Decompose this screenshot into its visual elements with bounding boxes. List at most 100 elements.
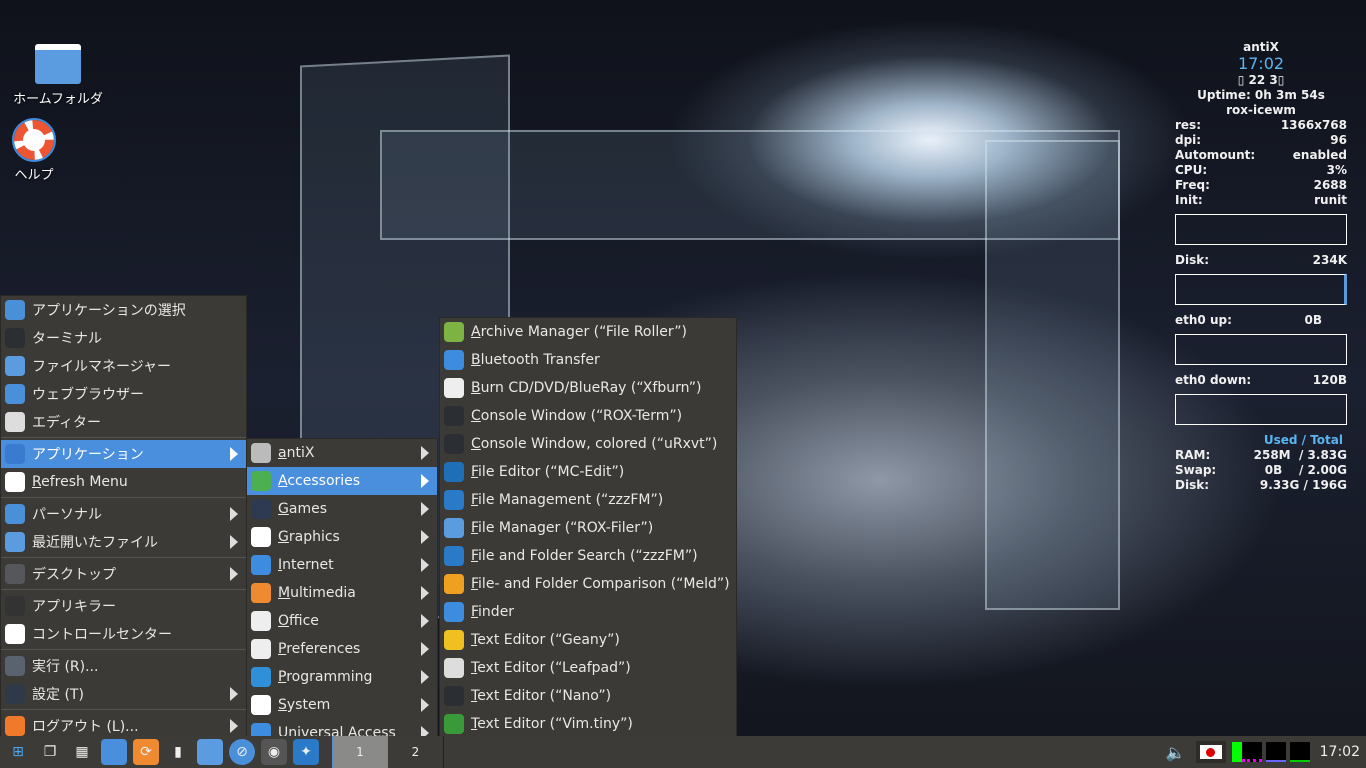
menu-item-leafpad[interactable]: Text Editor (“Leafpad”) [440,654,736,682]
menu-item-search-folder[interactable]: File and Folder Search (“zzzFM”) [440,542,736,570]
stat-value: 3% [1326,163,1347,177]
menu-item-globe[interactable]: Internet [247,551,437,579]
menu-item-terminal[interactable]: Console Window, colored (“uRxvt”) [440,430,736,458]
menu-item-label: Text Editor (“Geany”) [471,632,620,648]
store-icon[interactable] [101,739,127,765]
menu-item-archive[interactable]: Archive Manager (“File Roller”) [440,318,736,346]
menu-item-graphics[interactable]: Graphics [247,523,437,551]
menu-item-refresh[interactable]: Refresh Menu [1,468,246,496]
usb-icon[interactable]: ▮ [165,739,191,765]
desktop-icon-home[interactable]: ホームフォルダ [8,44,108,107]
workspace-2-button[interactable]: 2 [388,736,444,768]
menu-item-desktop[interactable]: デスクトップ [1,560,246,588]
menu-item-accessories[interactable]: Accessories [247,467,437,495]
desktop-icon-label: ヘルプ [14,168,54,183]
stat-value: 1366x768 [1280,118,1347,132]
menu-item-sliders[interactable]: 設定 (T) [1,680,246,708]
menu-item-gamepad[interactable]: Games [247,495,437,523]
menu-item-label: Programming [278,669,373,685]
bird-icon[interactable]: ✦ [293,739,319,765]
sliders-icon [5,684,25,704]
taskbar-clock[interactable]: 17:02 [1320,744,1360,760]
screenshot-icon[interactable]: ◉ [261,739,287,765]
start-menu-icon[interactable]: ⊞ [5,739,31,765]
menu-item-gear[interactable]: 実行 (R)... [1,652,246,680]
menu-item-label: Finder [471,604,515,620]
menu-item-label: アプリケーション [32,447,144,463]
japan-flag-icon[interactable] [1195,741,1226,763]
desktop-icon-help[interactable]: ヘルプ [0,118,84,183]
stat-row: dpi: 96 [1175,133,1347,148]
menu-item-finder-search[interactable]: Finder [440,598,736,626]
menu-item-multimedia[interactable]: Multimedia [247,579,437,607]
browser-icon[interactable]: ⊘ [229,739,255,765]
menu-item-terminal[interactable]: Text Editor (“Nano”) [440,682,736,710]
menu-item-toggle[interactable]: コントロールセンター [1,620,246,648]
stat-value: 2688 [1313,178,1347,192]
eth-up-graph [1175,334,1347,365]
meld-icon [444,574,464,594]
menu-item-meld[interactable]: File- and Folder Comparison (“Meld”) [440,570,736,598]
menu-item-search[interactable]: アプリケーションの選択 [1,296,246,324]
hostname: antiX [1243,40,1279,54]
menu-item-label: File Management (“zzzFM”) [471,492,664,508]
menu-item-vim[interactable]: Text Editor (“Vim.tiny”) [440,710,736,738]
disk-value: 234K [1312,253,1347,267]
globe-icon [251,555,271,575]
menu-item-office[interactable]: Office [247,607,437,635]
menu-item-antix-logo[interactable]: antiX [247,439,437,467]
stat-value: enabled [1292,148,1347,162]
menu-item-hammer[interactable]: Programming [247,663,437,691]
submenu-arrow-icon [421,530,429,544]
terminal-icon [444,686,464,706]
terminal-icon [444,406,464,426]
menu-item-terminal[interactable]: Console Window (“ROX-Term”) [440,402,736,430]
net-monitor-icon[interactable] [1265,742,1286,762]
menu-item-label: ターミナル [32,331,102,347]
menu-item-user[interactable]: パーソナル [1,500,246,528]
window-list-icon[interactable]: ❐ [37,739,63,765]
menu-item-recent-folder[interactable]: 最近開いたファイル [1,528,246,556]
conky-date: ▯ 22 3▯ [1237,73,1285,87]
menu-item-compass[interactable]: ウェブブラウザー [1,380,246,408]
menu-item-mc-edit[interactable]: File Editor (“MC-Edit”) [440,458,736,486]
menu-item-bluetooth[interactable]: Bluetooth Transfer [440,346,736,374]
user-icon [5,504,25,524]
desktop-switch-icon[interactable]: ▦ [69,739,95,765]
stat-value: runit [1314,193,1347,207]
eth-up-label: eth0 up: [1175,313,1232,327]
menu-item-close-x[interactable]: アプリキラー [1,592,246,620]
used-total-header: Used / Total [1263,433,1343,447]
menu-item-label: Console Window, colored (“uRxvt”) [471,436,718,452]
mem-monitor-icon[interactable] [1289,742,1310,762]
menu-item-preferences[interactable]: Preferences [247,635,437,663]
menu-item-label: Internet [278,557,334,573]
menu-item-rox-filer[interactable]: File Manager (“ROX-Filer”) [440,514,736,542]
menu-item-apps-grid[interactable]: アプリケーション [1,440,246,468]
update-icon[interactable]: ⟳ [133,739,159,765]
menu-item-system-toggle[interactable]: System [247,691,437,719]
compass-icon [5,384,25,404]
menu-item-folder[interactable]: ファイルマネージャー [1,352,246,380]
menu-item-label: Burn CD/DVD/BlueRay (“Xfburn”) [471,380,702,396]
volume-icon[interactable]: 🔈 [1163,739,1189,765]
menu-item-label: Office [278,613,319,629]
applications-submenu: antiX Accessories Games Graphics Internet Mul… [246,438,438,748]
menu-item-geany[interactable]: Text Editor (“Geany”) [440,626,736,654]
toggle-icon [5,624,25,644]
home-folder-icon[interactable] [197,739,223,765]
workspace-1-button[interactable]: 1 [332,736,388,768]
text-editor-icon [5,412,25,432]
menu-item-zzzfm[interactable]: File Management (“zzzFM”) [440,486,736,514]
cpu-monitor-icon[interactable] [1231,742,1262,762]
menu-item-label: 設定 (T) [32,687,84,703]
menu-item-text-editor[interactable]: エディター [1,408,246,436]
menu-item-label: Refresh Menu [32,474,128,490]
menu-item-disc[interactable]: Burn CD/DVD/BlueRay (“Xfburn”) [440,374,736,402]
stat-row: Swap: 0B / 2.00G [1175,463,1347,478]
system-monitor: antiX 17:02 ▯ 22 3▯ Uptime: 0h 3m 54s ro… [1175,40,1347,493]
recent-folder-icon [5,532,25,552]
refresh-icon [5,472,25,492]
menu-item-terminal[interactable]: ターミナル [1,324,246,352]
stat-label: res: [1175,118,1201,132]
